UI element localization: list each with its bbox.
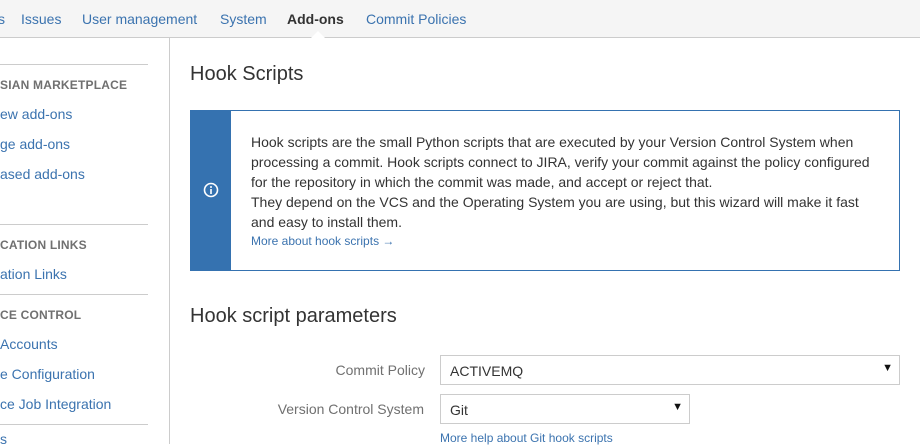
tab-user-management[interactable]: User management — [82, 11, 197, 27]
chevron-down-icon: ▼ — [672, 401, 683, 413]
vcs-value: Git — [450, 402, 468, 418]
section-title-parameters: Hook script parameters — [190, 305, 397, 327]
info-paragraph: Hook scripts are the small Python script… — [251, 134, 870, 190]
commit-policy-select[interactable]: ACTIVEMQ ▼ — [440, 355, 900, 385]
tab-add-ons[interactable]: Add-ons — [287, 11, 344, 27]
info-circle-icon — [203, 182, 219, 198]
sidebar-item-purchased-add-ons[interactable]: ased add-ons — [0, 166, 85, 182]
sidebar-item-manage-add-ons[interactable]: ge add-ons — [0, 136, 70, 152]
tab-issues[interactable]: Issues — [21, 11, 61, 27]
info-paragraph: They depend on the VCS and the Operating… — [251, 194, 859, 230]
info-text: Hook scripts are the small Python script… — [251, 132, 871, 232]
sidebar-item-application-links[interactable]: ation Links — [0, 266, 67, 282]
sidebar-divider — [0, 224, 148, 225]
active-tab-caret — [311, 31, 325, 38]
tab-system[interactable]: System — [220, 11, 267, 27]
sidebar-item-accounts[interactable]: Accounts — [0, 336, 58, 352]
tab-commit-policies[interactable]: Commit Policies — [366, 11, 466, 27]
sidebar-divider — [0, 294, 148, 295]
tab-truncated[interactable]: s — [0, 11, 5, 27]
sidebar: SIAN MARKETPLACE ew add-ons ge add-ons a… — [0, 38, 170, 447]
more-about-hook-scripts-link[interactable]: More about hook scripts → — [251, 234, 394, 248]
git-hook-help-link[interactable]: More help about Git hook scripts — [440, 431, 613, 445]
sidebar-item-job-integration[interactable]: ce Job Integration — [0, 396, 111, 412]
page-title: Hook Scripts — [190, 63, 304, 85]
top-navigation: s Issues User management System Add-ons … — [0, 0, 920, 38]
sidebar-heading-source-control: CE CONTROL — [0, 308, 82, 322]
info-stripe — [191, 111, 231, 270]
sidebar-divider — [0, 64, 148, 65]
sidebar-item-find-new-add-ons[interactable]: ew add-ons — [0, 106, 72, 122]
sidebar-heading-marketplace: SIAN MARKETPLACE — [0, 78, 128, 92]
sidebar-item-configuration[interactable]: e Configuration — [0, 366, 95, 382]
sidebar-item-truncated[interactable]: s — [0, 431, 7, 447]
vcs-label: Version Control System — [277, 401, 424, 417]
vcs-select[interactable]: Git ▼ — [440, 394, 690, 424]
chevron-down-icon: ▼ — [882, 362, 893, 374]
info-message: Hook scripts are the small Python script… — [190, 110, 900, 271]
commit-policy-value: ACTIVEMQ — [450, 363, 524, 379]
sidebar-divider — [0, 424, 148, 425]
commit-policy-label: Commit Policy — [335, 362, 425, 378]
sidebar-heading-application-links: CATION LINKS — [0, 238, 87, 252]
